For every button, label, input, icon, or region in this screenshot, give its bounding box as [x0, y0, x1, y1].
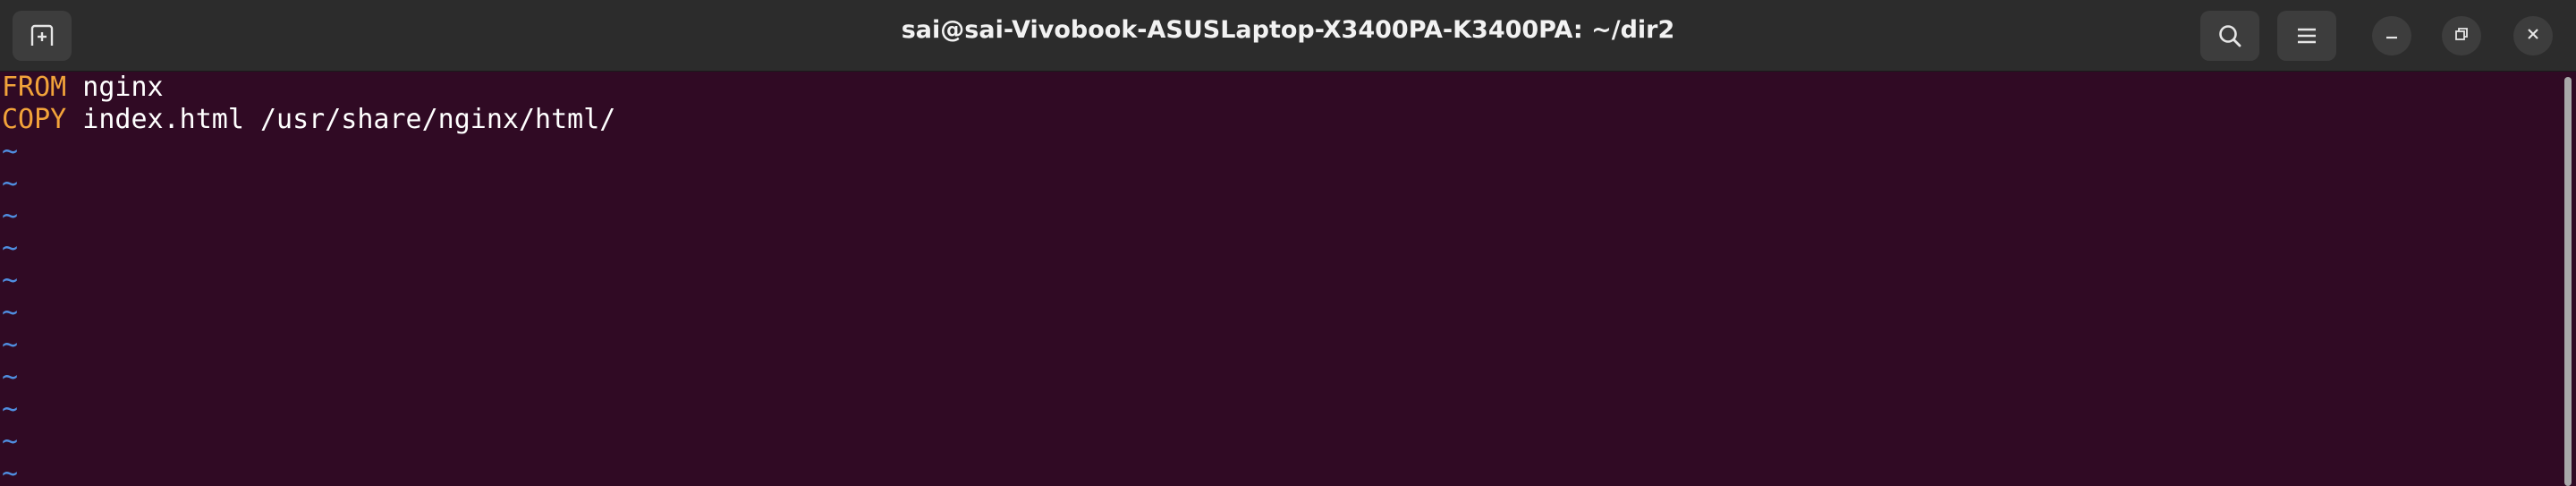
minimize-icon [2383, 25, 2401, 47]
empty-line: ~ [0, 168, 2560, 200]
empty-line: ~ [0, 426, 2560, 458]
empty-line: ~ [0, 362, 2560, 394]
empty-line-marker: ~ [2, 394, 19, 425]
search-icon [2216, 22, 2243, 49]
empty-line: ~ [0, 136, 2560, 168]
empty-line-marker: ~ [2, 168, 19, 200]
empty-line: ~ [0, 200, 2560, 233]
editor-line: COPY index.html /usr/share/nginx/html/ [0, 104, 2560, 136]
scrollbar[interactable] [2560, 72, 2576, 486]
empty-line-marker: ~ [2, 265, 19, 296]
empty-line: ~ [0, 297, 2560, 329]
new-tab-button[interactable] [13, 11, 72, 61]
line-text: nginx [66, 72, 164, 103]
empty-line-marker: ~ [2, 362, 19, 393]
terminal-editor[interactable]: FROM nginx COPY index.html /usr/share/ng… [0, 72, 2560, 486]
empty-line: ~ [0, 265, 2560, 297]
empty-line-marker: ~ [2, 136, 19, 167]
hamburger-menu-icon [2295, 24, 2318, 47]
window-title: sai@sai-Vivobook-ASUSLaptop-X3400PA-K340… [901, 16, 1675, 44]
empty-lines: ~ ~ ~ ~ ~ ~ ~ ~ ~ ~ ~ [0, 136, 2560, 486]
empty-line: ~ [0, 394, 2560, 426]
scrollbar-thumb[interactable] [2564, 77, 2572, 486]
empty-line-marker: ~ [2, 458, 19, 486]
empty-line: ~ [0, 233, 2560, 265]
empty-line-marker: ~ [2, 329, 19, 361]
empty-line-marker: ~ [2, 297, 19, 328]
editor-line: FROM nginx [0, 72, 2560, 104]
empty-line-marker: ~ [2, 200, 19, 232]
minimize-button[interactable] [2372, 16, 2411, 55]
dockerfile-keyword: FROM [2, 72, 67, 103]
header-bar: sai@sai-Vivobook-ASUSLaptop-X3400PA-K340… [0, 0, 2576, 72]
empty-line-marker: ~ [2, 233, 19, 264]
line-text: index.html /usr/share/nginx/html/ [66, 104, 616, 135]
menu-button[interactable] [2277, 11, 2336, 61]
dockerfile-keyword: COPY [2, 104, 67, 135]
close-icon [2524, 25, 2542, 47]
search-button[interactable] [2200, 11, 2259, 61]
close-button[interactable] [2513, 16, 2553, 55]
empty-line: ~ [0, 458, 2560, 486]
restore-button[interactable] [2442, 16, 2481, 55]
empty-line-marker: ~ [2, 426, 19, 457]
new-tab-icon [29, 22, 55, 49]
terminal-window: sai@sai-Vivobook-ASUSLaptop-X3400PA-K340… [0, 0, 2576, 486]
restore-icon [2453, 25, 2470, 47]
empty-line: ~ [0, 329, 2560, 362]
